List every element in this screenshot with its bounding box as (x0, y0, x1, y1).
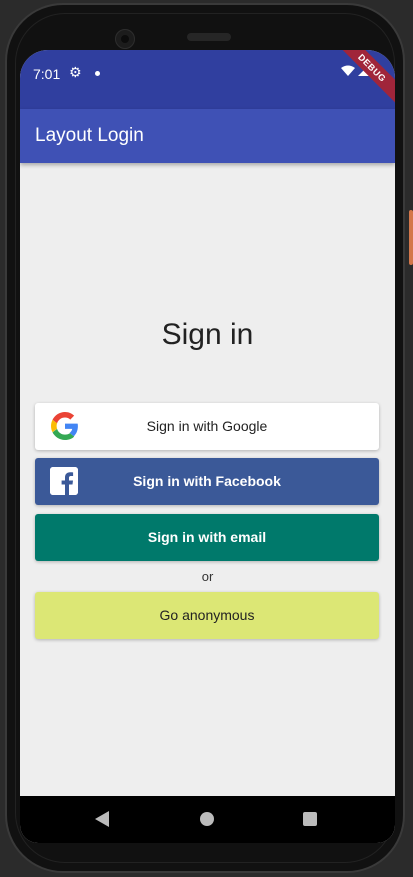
navigation-bar (20, 796, 395, 843)
app-title: Layout Login (35, 125, 144, 146)
facebook-sign-in-button[interactable]: Sign in with Facebook (35, 458, 379, 505)
debug-banner: DEBUG (327, 50, 395, 113)
back-icon[interactable] (95, 811, 109, 827)
notification-dot-icon (95, 71, 100, 76)
background-edge-accent (409, 210, 413, 265)
earpiece-speaker (187, 33, 231, 41)
anonymous-button-label: Go anonymous (159, 607, 255, 623)
anonymous-button[interactable]: Go anonymous (35, 592, 379, 639)
status-time: 7:01 (33, 66, 61, 82)
recents-icon[interactable] (303, 812, 317, 826)
google-sign-in-button[interactable]: Sign in with Google (35, 403, 379, 450)
app-bar: Layout Login (20, 109, 395, 163)
front-camera (115, 29, 135, 49)
wifi-icon (341, 65, 355, 76)
email-sign-in-button[interactable]: Sign in with email (35, 514, 379, 561)
gear-icon: ⚙ (69, 64, 82, 80)
home-icon[interactable] (200, 812, 214, 826)
status-bar: 7:01 ⚙ DEBUG (20, 50, 395, 113)
email-button-label: Sign in with email (147, 529, 267, 545)
facebook-button-label: Sign in with Facebook (133, 473, 281, 489)
or-separator: or (201, 569, 214, 584)
google-button-label: Sign in with Google (146, 418, 268, 434)
device-screen: 7:01 ⚙ DEBUG Layout Login Sign in Sign i… (20, 50, 395, 843)
page-title: Sign in (161, 318, 254, 351)
login-content: Sign in Sign in with Google Sign in with… (20, 163, 395, 796)
